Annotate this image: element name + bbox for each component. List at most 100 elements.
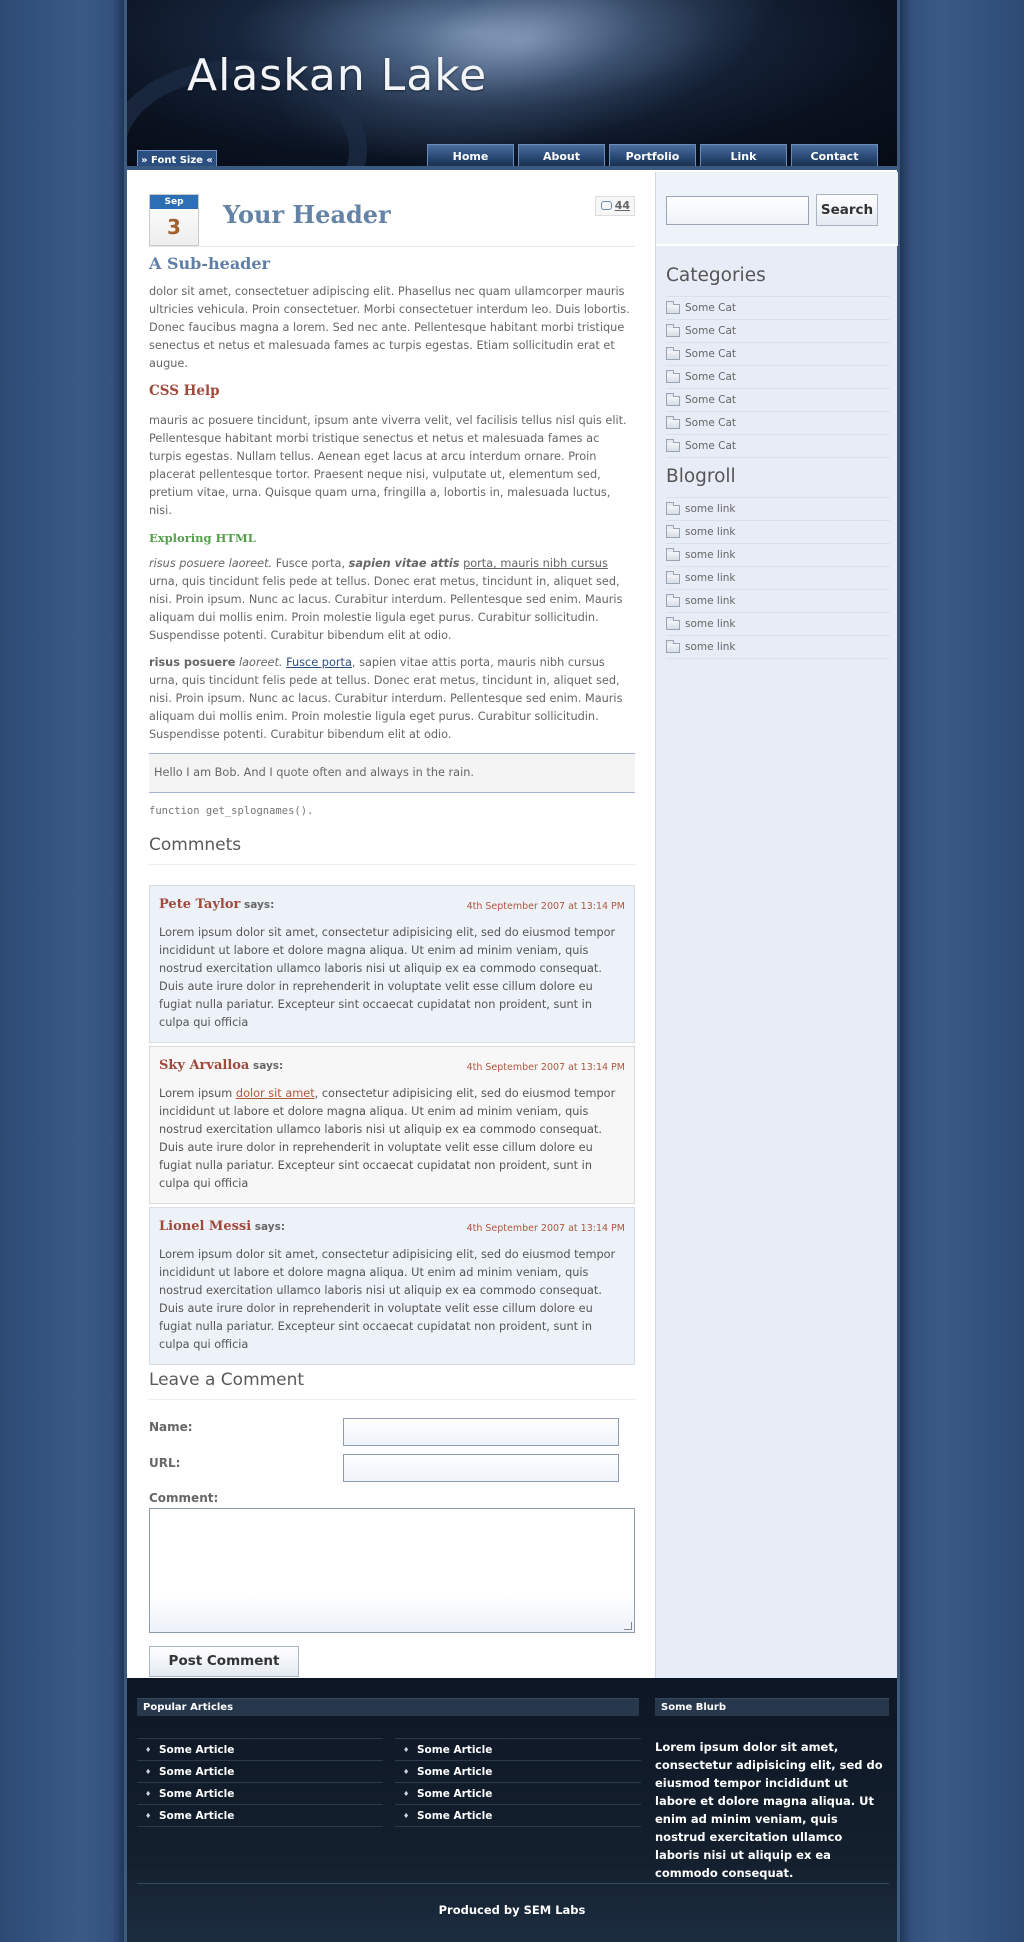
comment-text: Lorem ipsum dolor sit amet, consectetur … — [159, 926, 616, 1029]
blogroll-item[interactable]: some link — [666, 590, 890, 613]
comment-textarea[interactable] — [149, 1508, 635, 1633]
italic-text: risus posuere laoreet. — [149, 557, 273, 570]
article-link[interactable]: Some Article — [137, 1782, 383, 1805]
blogroll-item[interactable]: some link — [666, 636, 890, 659]
text: urna, quis tincidunt felis pede at tellu… — [149, 575, 623, 642]
exploring-html-heading: Exploring HTML — [149, 531, 256, 545]
category-label: Some Cat — [685, 348, 736, 360]
folder-icon — [666, 502, 680, 515]
folder-icon — [666, 347, 680, 360]
code-snippet: function get_splognames(). — [149, 805, 314, 817]
css-help-heading: CSS Help — [149, 383, 220, 399]
post-date-day: 3 — [167, 215, 181, 239]
category-label: Some Cat — [685, 325, 736, 337]
post-comment-button[interactable]: Post Comment — [149, 1646, 299, 1677]
popular-articles-heading: Popular Articles — [137, 1698, 639, 1716]
footer-credit[interactable]: Produced by SEM Labs — [127, 1903, 897, 1917]
blogroll-item[interactable]: some link — [666, 613, 890, 636]
name-field[interactable] — [343, 1418, 619, 1446]
bold-text: risus posuere — [149, 656, 236, 669]
search-input[interactable] — [666, 196, 809, 225]
blogroll-item[interactable]: some link — [666, 498, 890, 521]
sidebar: Search Categories Some Cat Some Cat Some… — [655, 172, 898, 1678]
italic-text: laoreet. — [238, 656, 283, 669]
folder-icon — [666, 439, 680, 452]
nav-about[interactable]: About — [518, 144, 605, 166]
text: , consectetur adipisicing elit, sed do e… — [159, 1087, 616, 1190]
resize-handle-icon[interactable] — [624, 1622, 632, 1630]
footer-divider — [137, 1883, 889, 1884]
category-item[interactable]: Some Cat — [666, 412, 890, 435]
category-label: Some Cat — [685, 302, 736, 314]
comment-time[interactable]: 4th September 2007 at 13:14 PM — [467, 1220, 625, 1238]
article-link[interactable]: Some Article — [395, 1738, 641, 1761]
nav-contact[interactable]: Contact — [791, 144, 878, 166]
search-area: Search — [656, 172, 898, 246]
comment-says: says: — [254, 1221, 286, 1233]
article-link[interactable]: Some Article — [395, 1782, 641, 1805]
comment: Lionel Messi says: 4th September 2007 at… — [149, 1207, 635, 1365]
blogroll-item[interactable]: some link — [666, 544, 890, 567]
folder-icon — [666, 393, 680, 406]
leave-comment-heading: Leave a Comment — [149, 1371, 635, 1400]
blogroll-label: some link — [685, 526, 736, 538]
blurb-text: Lorem ipsum dolor sit amet, consectetur … — [655, 1740, 883, 1880]
main-nav: Home About Portfolio Link Contact — [427, 144, 878, 166]
blogroll-item[interactable]: some link — [666, 567, 890, 590]
inline-link[interactable]: Fusce porta — [286, 656, 352, 669]
post-title[interactable]: Your Header — [223, 200, 391, 229]
comment-label: Comment: — [149, 1491, 219, 1505]
some-blurb-heading: Some Blurb — [655, 1698, 889, 1716]
post-paragraph: risus posuere laoreet. Fusce porta, sapi… — [149, 555, 635, 645]
post-date: Sep 3 — [149, 194, 199, 246]
url-field[interactable] — [343, 1454, 619, 1482]
folder-icon — [666, 594, 680, 607]
category-item[interactable]: Some Cat — [666, 435, 890, 458]
post-paragraph: dolor sit amet, consectetuer adipiscing … — [149, 285, 630, 370]
category-label: Some Cat — [685, 417, 736, 429]
blogroll-label: some link — [685, 503, 736, 515]
nav-portfolio[interactable]: Portfolio — [609, 144, 696, 166]
category-item[interactable]: Some Cat — [666, 389, 890, 412]
comment-time[interactable]: 4th September 2007 at 13:14 PM — [467, 1059, 625, 1077]
blogroll-label: some link — [685, 641, 736, 653]
inline-link[interactable]: porta, mauris nibh cursus — [463, 557, 608, 570]
comment: Pete Taylor says: 4th September 2007 at … — [149, 885, 635, 1043]
blogroll-item[interactable]: some link — [666, 521, 890, 544]
folder-icon — [666, 571, 680, 584]
article-link[interactable]: Some Article — [395, 1804, 641, 1827]
blockquote: Hello I am Bob. And I quote often and al… — [149, 753, 635, 793]
article-link[interactable]: Some Article — [137, 1760, 383, 1783]
comment-author[interactable]: Sky Arvalloa — [159, 1058, 249, 1073]
post-paragraph: mauris ac posuere tincidunt, ipsum ante … — [149, 414, 627, 517]
article-link[interactable]: Some Article — [137, 1804, 383, 1827]
comment-time[interactable]: 4th September 2007 at 13:14 PM — [467, 898, 625, 916]
comment-inline-link[interactable]: dolor sit amet — [236, 1087, 315, 1100]
category-label: Some Cat — [685, 371, 736, 383]
folder-icon — [666, 370, 680, 383]
category-item[interactable]: Some Cat — [666, 320, 890, 343]
article-link[interactable]: Some Article — [137, 1738, 383, 1761]
category-item[interactable]: Some Cat — [666, 343, 890, 366]
font-size-toggle[interactable]: » Font Size « — [137, 150, 217, 166]
nav-link[interactable]: Link — [700, 144, 787, 166]
bold-italic-text: sapien vitae attis — [348, 557, 460, 570]
comment-author[interactable]: Pete Taylor — [159, 897, 240, 912]
page-wrapper: Alaskan Lake » Font Size « Home About Po… — [124, 0, 900, 1942]
category-item[interactable]: Some Cat — [666, 297, 890, 320]
nav-home[interactable]: Home — [427, 144, 514, 166]
article-link[interactable]: Some Article — [395, 1760, 641, 1783]
comments-heading: Commnets — [149, 836, 635, 865]
speech-bubble-icon — [601, 201, 612, 210]
categories-list: Some Cat Some Cat Some Cat Some Cat Some… — [666, 296, 890, 458]
text: Lorem ipsum — [159, 1087, 236, 1100]
blogroll-label: some link — [685, 618, 736, 630]
search-button[interactable]: Search — [816, 194, 878, 226]
comment-count-link[interactable]: 44 — [595, 196, 635, 216]
category-item[interactable]: Some Cat — [666, 366, 890, 389]
site-header: Alaskan Lake » Font Size « Home About Po… — [127, 0, 897, 170]
site-title[interactable]: Alaskan Lake — [187, 50, 487, 101]
text: Fusce porta, — [272, 557, 349, 570]
comment-author[interactable]: Lionel Messi — [159, 1219, 251, 1234]
comment-count-value: 44 — [614, 199, 630, 212]
